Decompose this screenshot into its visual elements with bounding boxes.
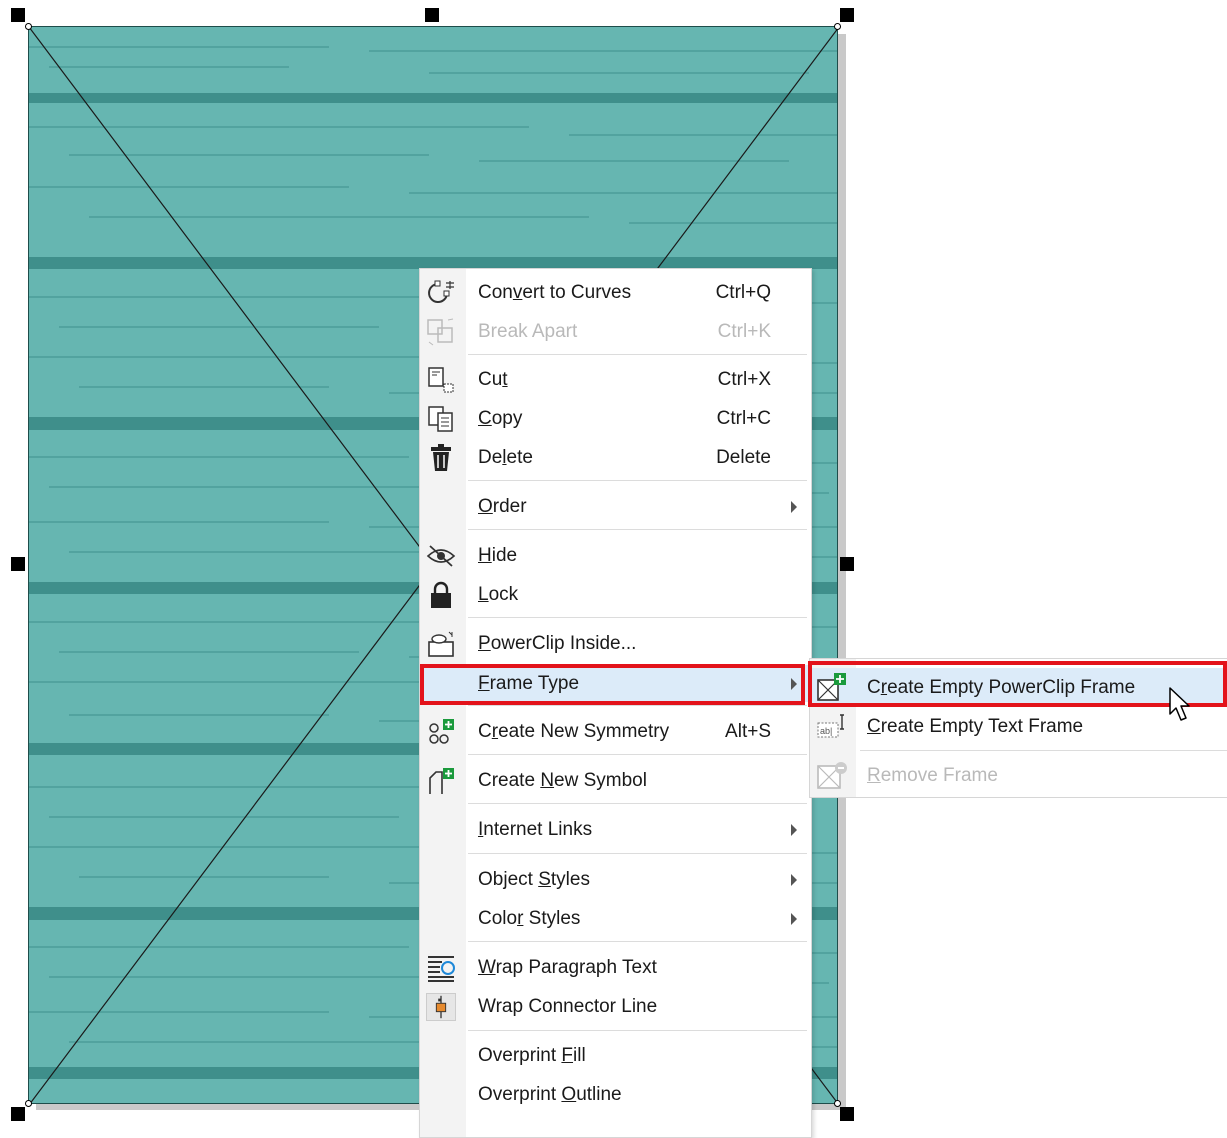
menu-item-overprint-outline[interactable]: Overprint Outline (420, 1076, 811, 1113)
menu-separator (468, 480, 807, 481)
submenu-arrow-icon (791, 501, 797, 513)
menu-item-label: Copy (478, 408, 523, 429)
node-top-left (25, 23, 32, 30)
menu-item-label: Lock (478, 584, 519, 605)
menu-item-color-styles[interactable]: Color Styles (420, 900, 811, 937)
menu-item-label: Overprint Fill (478, 1045, 586, 1066)
selection-handle-top-right[interactable] (840, 8, 854, 22)
menu-separator (468, 617, 807, 618)
menu-item-shortcut: Ctrl+Q (715, 282, 771, 303)
menu-item-shortcut: Delete (716, 447, 771, 468)
selection-handle-top-center[interactable] (425, 8, 439, 22)
submenu-item-label: Create Empty Text Frame (867, 716, 1084, 737)
object-shadow-right (838, 34, 846, 1109)
menu-item-label: Color Styles (478, 908, 581, 929)
lock-icon (426, 581, 456, 609)
submenu-item-label: Remove Frame (867, 765, 998, 786)
menu-separator (468, 1030, 807, 1031)
menu-item-label: Cut (478, 369, 508, 390)
menu-item-label: PowerClip Inside... (478, 633, 637, 654)
menu-item-wrap-connector-line[interactable]: Wrap Connector Line (420, 988, 811, 1025)
menu-item-shortcut: Ctrl+K (717, 321, 771, 342)
menu-separator (468, 853, 807, 854)
menu-item-label: Create New Symmetry (478, 721, 670, 742)
menu-item-label: Convert to Curves (478, 282, 632, 303)
selection-handle-middle-right[interactable] (840, 557, 854, 571)
menu-separator (468, 529, 807, 530)
menu-item-create-new-symmetry[interactable]: Create New Symmetry Alt+S (420, 713, 811, 750)
menu-item-delete[interactable]: Delete Delete (420, 439, 811, 476)
symmetry-icon (426, 718, 456, 746)
submenu-arrow-icon (791, 874, 797, 886)
menu-item-internet-links[interactable]: Internet Links (420, 811, 811, 848)
selection-handle-top-left[interactable] (11, 8, 25, 22)
menu-item-cut[interactable]: Cut Ctrl+X (420, 361, 811, 398)
node-bottom-left (25, 1100, 32, 1107)
menu-separator (468, 754, 807, 755)
menu-item-convert-to-curves[interactable]: Convert to Curves Ctrl+Q (420, 274, 811, 311)
menu-item-copy[interactable]: Copy Ctrl+C (420, 400, 811, 437)
wrap-text-icon (426, 954, 456, 982)
powerclip-icon (426, 630, 456, 658)
mouse-pointer-icon (1168, 686, 1196, 731)
remove-frame-icon (816, 760, 848, 792)
menu-separator (468, 705, 807, 706)
selection-handle-bottom-left[interactable] (11, 1107, 25, 1121)
new-symbol-icon (426, 767, 456, 795)
submenu-arrow-icon (791, 824, 797, 836)
copy-icon (426, 405, 456, 433)
menu-item-lock[interactable]: Lock (420, 576, 811, 613)
menu-item-object-styles[interactable]: Object Styles (420, 861, 811, 898)
svg-text:ab|: ab| (820, 726, 832, 736)
convert-curves-icon (426, 279, 456, 307)
annotation-highlight-frame-type (420, 664, 805, 705)
menu-item-overprint-fill[interactable]: Overprint Fill (420, 1037, 811, 1074)
menu-item-hide[interactable]: Hide (420, 537, 811, 574)
wrap-connector-icon (426, 993, 456, 1021)
menu-item-shortcut: Ctrl+C (716, 408, 771, 429)
selection-handle-middle-left[interactable] (11, 557, 25, 571)
menu-item-label: Wrap Connector Line (478, 996, 658, 1017)
menu-item-label: Internet Links (478, 819, 593, 840)
menu-item-label: Create New Symbol (478, 770, 647, 791)
submenu-arrow-icon (791, 913, 797, 925)
menu-item-create-new-symbol[interactable]: Create New Symbol (420, 762, 811, 799)
menu-item-shortcut: Ctrl+X (717, 369, 771, 390)
text-frame-icon: ab| (816, 711, 848, 743)
menu-item-break-apart: Break Apart Ctrl+K (420, 313, 811, 350)
menu-item-label: Break Apart (478, 321, 578, 342)
menu-item-label: Delete (478, 447, 533, 468)
menu-item-label: Hide (478, 545, 518, 566)
break-apart-icon (426, 318, 456, 346)
submenu-item-remove-frame: Remove Frame (810, 756, 1227, 795)
annotation-highlight-powerclip-frame (808, 661, 1227, 707)
submenu-item-create-empty-text-frame[interactable]: ab| Create Empty Text Frame (810, 707, 1227, 746)
menu-item-wrap-paragraph-text[interactable]: Wrap Paragraph Text (420, 949, 811, 986)
menu-separator (468, 941, 807, 942)
menu-item-label: Overprint Outline (478, 1084, 622, 1105)
menu-item-label: Object Styles (478, 869, 590, 890)
selection-handle-bottom-right[interactable] (840, 1107, 854, 1121)
trash-icon (426, 444, 456, 472)
menu-item-label: Order (478, 496, 527, 517)
menu-item-shortcut: Alt+S (725, 721, 771, 742)
node-bottom-right (834, 1100, 841, 1107)
node-top-right (834, 23, 841, 30)
menu-separator (468, 354, 807, 355)
cut-icon (426, 366, 456, 394)
menu-item-label: Wrap Paragraph Text (478, 957, 657, 978)
submenu-separator (860, 750, 1227, 751)
hide-eye-icon (426, 542, 456, 570)
menu-separator (468, 803, 807, 804)
menu-item-powerclip-inside[interactable]: PowerClip Inside... (420, 625, 811, 662)
menu-item-order[interactable]: Order (420, 488, 811, 525)
